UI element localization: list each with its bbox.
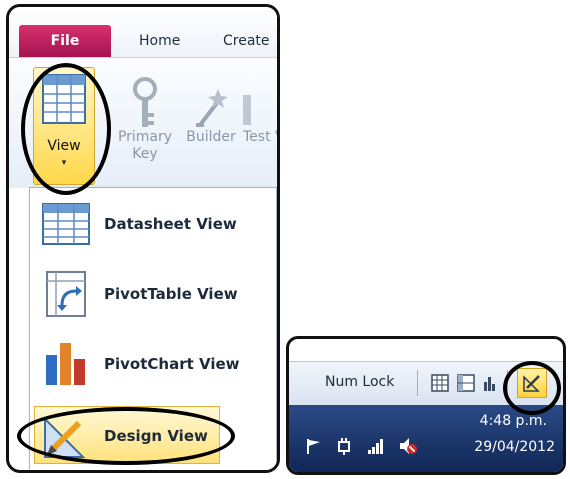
tab-file[interactable]: File (19, 25, 111, 57)
menu-item-pivottable-view[interactable]: PivotTable View (38, 266, 268, 322)
status-bar-divider (507, 370, 508, 396)
chevron-down-icon[interactable]: ▾ (34, 158, 94, 168)
access-ribbon-panel: File Home Create View ▾ Primary Key Buil… (6, 4, 280, 473)
datasheet-grid-icon (38, 198, 94, 250)
network-signal-icon[interactable] (367, 437, 385, 455)
datasheet-grid-icon (42, 74, 86, 124)
clock-time[interactable]: 4:48 p.m. (480, 413, 547, 429)
pivottable-view-icon[interactable] (457, 374, 475, 392)
menu-item-datasheet-view[interactable]: Datasheet View (38, 196, 268, 252)
design-ruler-pencil-icon (38, 410, 94, 462)
builder-wand-icon (196, 89, 228, 127)
menu-item-label: PivotChart View (104, 355, 240, 373)
windows-taskbar: 4:48 p.m. 29/04/2012 (289, 405, 563, 472)
volume-muted-icon[interactable] (399, 437, 417, 455)
datasheet-view-icon[interactable] (431, 374, 449, 392)
view-dropdown-menu: Datasheet View PivotTable View PivotChar… (29, 187, 277, 470)
pivotchart-view-icon[interactable] (483, 374, 497, 392)
clock-date[interactable]: 29/04/2012 (474, 439, 555, 455)
primary-key-button[interactable]: Primary Key (109, 73, 181, 163)
tab-create[interactable]: Create (223, 33, 270, 49)
tab-home[interactable]: Home (139, 33, 180, 49)
pivottable-icon (38, 268, 94, 320)
builder-label: Builder (186, 129, 236, 145)
menu-item-pivotchart-view[interactable]: PivotChart View (38, 336, 268, 392)
menu-item-label: Design View (104, 427, 208, 445)
pivotchart-icon (38, 338, 94, 390)
design-view-icon[interactable] (517, 368, 547, 398)
test-validation-button[interactable]: Test V (243, 73, 277, 146)
status-bar-divider (417, 370, 418, 396)
menu-item-label: PivotTable View (104, 285, 238, 303)
power-plug-icon[interactable] (335, 437, 353, 455)
test-validation-label: Test V (243, 129, 277, 145)
primary-key-label-1: Primary (117, 129, 173, 145)
num-lock-indicator: Num Lock (325, 374, 395, 390)
menu-item-label: Datasheet View (104, 215, 237, 233)
ribbon-tab-bar: File Home Create (9, 7, 277, 57)
builder-button[interactable]: Builder (179, 73, 243, 146)
statusbar-taskbar-panel: Num Lock 4:48 p.m. 29/04/2012 (286, 336, 566, 475)
test-validation-icon (243, 95, 251, 125)
primary-key-label-2: Key (132, 146, 158, 162)
key-icon (133, 77, 157, 127)
view-button-label: View (47, 138, 81, 154)
menu-item-design-view[interactable]: Design View (38, 408, 268, 464)
status-bar: Num Lock (289, 361, 563, 406)
view-button[interactable]: View ▾ (33, 67, 95, 185)
action-center-flag-icon[interactable] (305, 437, 323, 455)
